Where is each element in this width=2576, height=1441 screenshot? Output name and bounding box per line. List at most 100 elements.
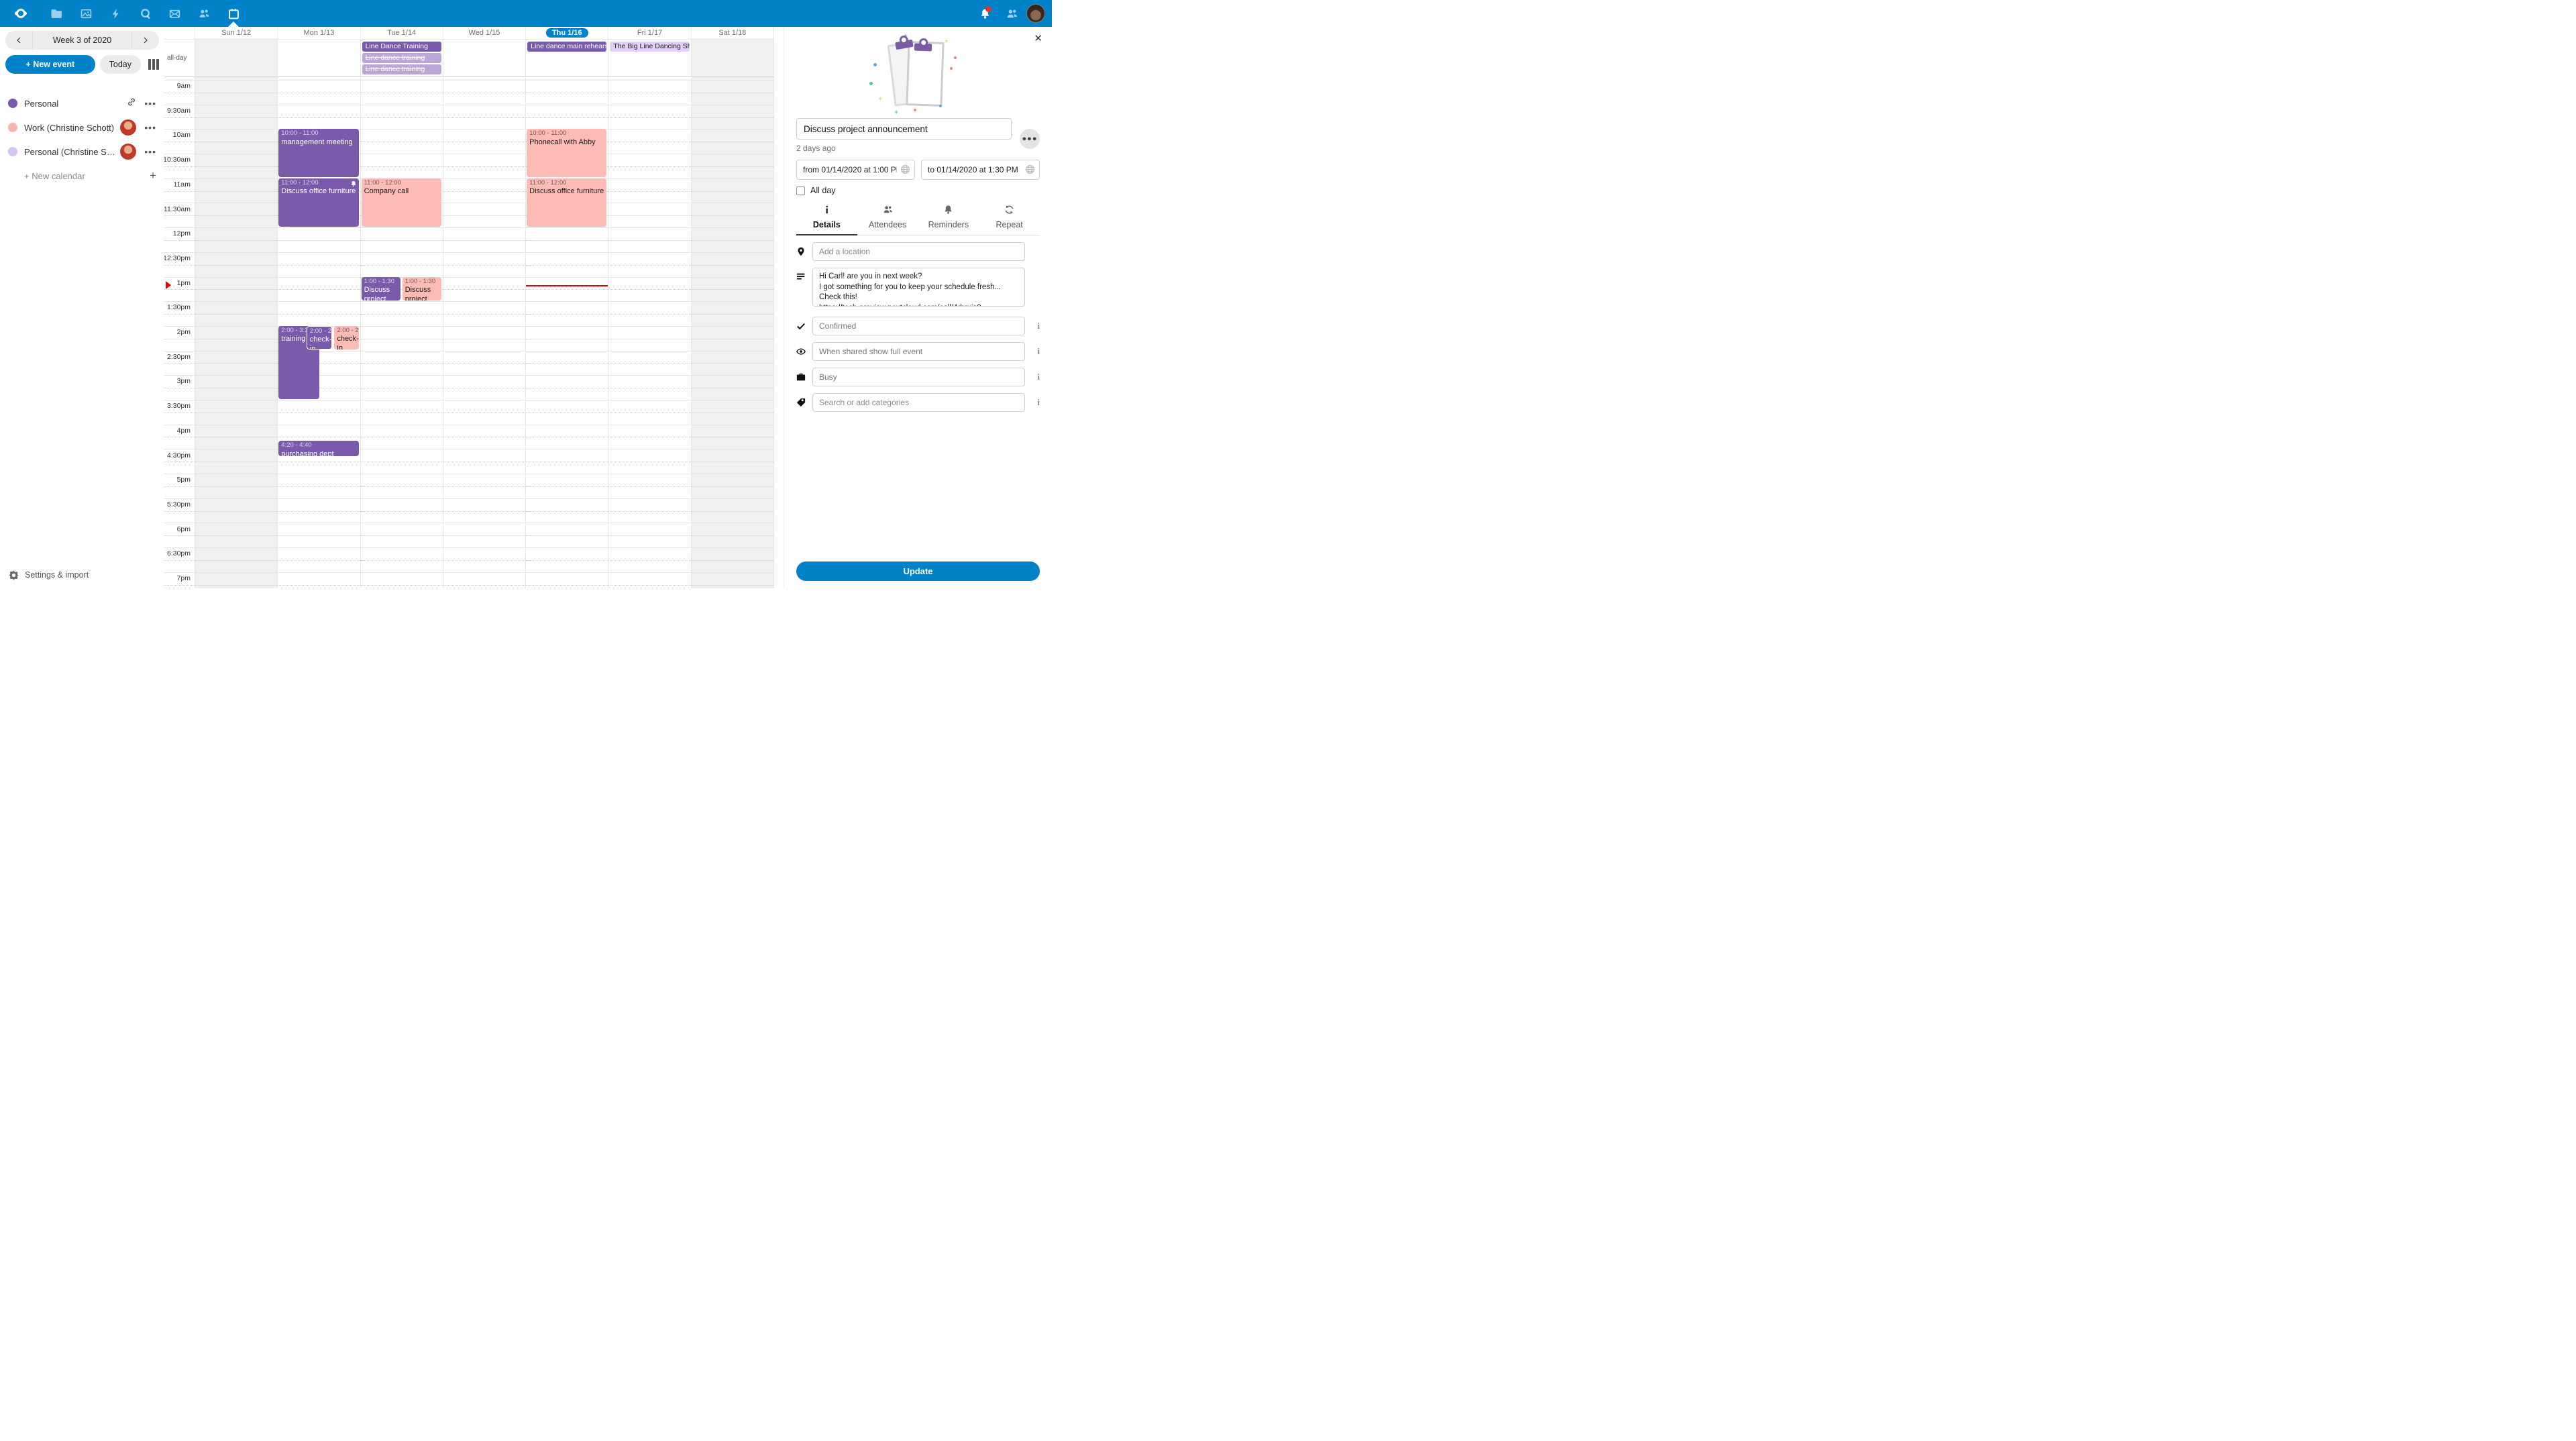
new-calendar-button[interactable]: + New calendar + <box>0 164 164 188</box>
calendar-list: Personal ••• Work (Christine Schott) •••… <box>0 91 164 188</box>
app-contacts[interactable] <box>189 0 219 27</box>
calendar-event[interactable]: 11:00 - 12:00Company call <box>362 178 441 227</box>
mail-icon <box>169 8 180 19</box>
day-column[interactable] <box>443 77 525 588</box>
calendar-event[interactable]: 4:20 - 4:40purchasing dept <box>278 441 358 456</box>
calendar-name: Work (Christine Schott) <box>24 123 116 133</box>
time-label: 6:30pm <box>167 549 191 557</box>
previous-week-button[interactable] <box>5 31 32 50</box>
calendar-event[interactable]: 11:00 - 12:00Discuss office furniture <box>527 178 606 227</box>
update-button[interactable]: Update <box>796 562 1040 581</box>
current-time-line <box>526 285 608 286</box>
tab-details[interactable]: Details <box>796 202 857 235</box>
all-day-cell[interactable] <box>443 40 525 76</box>
chevron-right-icon <box>142 37 149 44</box>
visibility-select[interactable] <box>812 342 1025 361</box>
end-datetime-input[interactable] <box>921 160 1040 180</box>
next-week-button[interactable] <box>132 31 159 50</box>
notification-badge <box>985 6 991 12</box>
briefcase-icon <box>796 372 812 382</box>
calendar-event[interactable]: 1:00 - 1:30Discuss project <box>402 277 441 301</box>
clipboard-clip <box>914 44 931 52</box>
app-mail[interactable] <box>160 0 189 27</box>
day-column[interactable] <box>608 77 690 588</box>
contacts-menu-button[interactable] <box>998 0 1025 27</box>
all-day-cell[interactable] <box>277 40 360 76</box>
location-input[interactable] <box>812 242 1025 261</box>
tab-reminders[interactable]: Reminders <box>918 202 979 235</box>
calendar-event[interactable]: 2:00 - 2:30check-in <box>334 326 358 350</box>
gear-icon <box>9 570 19 580</box>
freebusy-select[interactable] <box>812 368 1025 386</box>
calendar-event[interactable]: 1:00 - 1:30Discuss project announcement <box>362 277 400 301</box>
week-navigation: Week 3 of 2020 <box>5 31 159 50</box>
freebusy-row: i <box>796 368 1040 386</box>
all-day-cell[interactable]: Line dance main rehearsal <box>525 40 608 76</box>
calendar-item-personal-christine[interactable]: Personal (Christine Schott) ••• <box>0 140 164 164</box>
event-actions-menu-button[interactable]: ●●● <box>1020 129 1040 149</box>
settings-import-button[interactable]: Settings & import <box>0 562 164 588</box>
logo-circle <box>16 9 25 18</box>
calendar-event[interactable]: 2:00 - 2:30check-in <box>307 326 333 350</box>
calendar-event[interactable]: 10:00 - 11:00Phonecall with Abby <box>527 129 606 177</box>
categories-info-icon[interactable]: i <box>1025 397 1040 408</box>
today-button[interactable]: Today <box>100 55 141 74</box>
close-icon[interactable]: ✕ <box>1034 34 1042 44</box>
eye-icon <box>796 347 812 356</box>
status-info-icon[interactable]: i <box>1025 321 1040 331</box>
new-event-button[interactable]: + New event <box>5 55 95 74</box>
all-day-event[interactable]: Line dance training <box>362 64 441 74</box>
visibility-info-icon[interactable]: i <box>1025 346 1040 357</box>
all-day-cell[interactable] <box>195 40 277 76</box>
day-column[interactable] <box>691 77 774 588</box>
all-day-checkbox[interactable] <box>796 186 805 195</box>
calendar-actions-menu[interactable]: ••• <box>144 123 156 132</box>
week-label[interactable]: Week 3 of 2020 <box>32 31 132 50</box>
nextcloud-logo[interactable] <box>0 0 42 27</box>
app-files[interactable] <box>42 0 71 27</box>
all-day-cell[interactable]: Line Dance TrainingLine dance trainingLi… <box>360 40 443 76</box>
end-date-box <box>921 160 1040 180</box>
app-calendar[interactable] <box>219 0 248 27</box>
day-column[interactable] <box>195 77 277 588</box>
categories-input[interactable] <box>812 393 1025 412</box>
calendar-event[interactable]: 11:00 - 12:00Discuss office furniture <box>278 178 358 227</box>
main-layout: Week 3 of 2020 + New event Today Persona… <box>0 27 1052 588</box>
calendar-item-work-christine[interactable]: Work (Christine Schott) ••• <box>0 115 164 140</box>
app-photos[interactable] <box>71 0 101 27</box>
freebusy-info-icon[interactable]: i <box>1025 372 1040 382</box>
calendar-item-personal[interactable]: Personal ••• <box>0 91 164 115</box>
time-label: 1:30pm <box>167 303 191 311</box>
event-title-input[interactable] <box>796 118 1012 140</box>
last-modified-label: 2 days ago <box>796 144 1012 153</box>
folder-icon <box>51 8 62 19</box>
app-talk[interactable] <box>130 0 160 27</box>
calendar-event[interactable]: 10:00 - 11:00management meeting <box>278 129 358 177</box>
status-select[interactable] <box>812 317 1025 335</box>
all-day-cell[interactable]: The Big Line Dancing Show <box>608 40 690 76</box>
share-link-icon[interactable] <box>127 97 136 110</box>
all-day-event[interactable]: Line dance training <box>362 53 441 63</box>
time-label: 4:30pm <box>167 451 191 460</box>
all-day-cell[interactable] <box>691 40 774 76</box>
notifications-button[interactable] <box>971 0 998 27</box>
bolt-icon <box>110 8 121 19</box>
location-pin-icon <box>796 247 812 256</box>
day-column[interactable]: 11:00 - 12:00Company call 1:00 - 1:30Disc… <box>360 77 443 588</box>
tab-repeat[interactable]: Repeat <box>979 202 1040 235</box>
day-column[interactable]: 10:00 - 11:00management meeting11:00 - 1… <box>277 77 360 588</box>
all-day-event[interactable]: Line Dance Training <box>362 42 441 52</box>
day-column[interactable]: 10:00 - 11:00Phonecall with Abby11:00 - … <box>525 77 608 588</box>
week-view-toggle[interactable] <box>148 59 159 70</box>
all-day-event[interactable]: Line dance main rehearsal <box>527 42 606 52</box>
top-bar <box>0 0 1052 27</box>
calendar-actions-menu[interactable]: ••• <box>144 99 156 108</box>
all-day-event[interactable]: The Big Line Dancing Show <box>610 42 689 52</box>
tab-attendees[interactable]: Attendees <box>857 202 918 235</box>
user-avatar[interactable] <box>1026 4 1045 23</box>
time-label: 5pm <box>177 476 191 484</box>
description-textarea[interactable]: Hi Carl! are you in next week? I got som… <box>812 268 1025 307</box>
app-activity[interactable] <box>101 0 130 27</box>
start-datetime-input[interactable] <box>796 160 915 180</box>
calendar-actions-menu[interactable]: ••• <box>144 147 156 156</box>
